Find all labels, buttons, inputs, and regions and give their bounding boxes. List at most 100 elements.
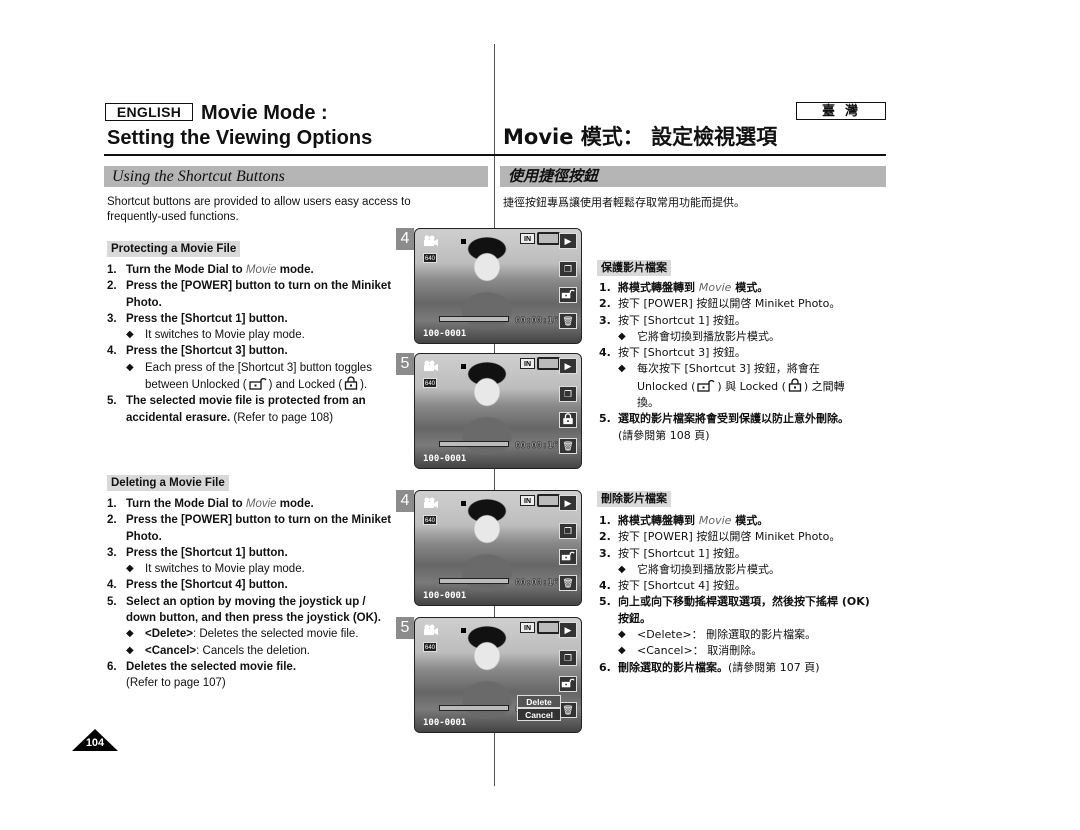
camera-lcd-screen: 640 IN ▶ ❐ 🗑 00:00:16 100-0001 xyxy=(414,353,582,469)
resolution-badge: 640 xyxy=(423,378,437,388)
resolution-badge: 640 xyxy=(423,515,437,525)
page-title-zh: Movie 模式： 設定檢視選項 xyxy=(503,125,778,149)
storage-badge: IN xyxy=(520,358,535,369)
multi-view-icon[interactable]: ❐ xyxy=(559,386,577,402)
step-5: 5. 向上或向下移動搖桿選取選項，然後按下搖桿 (OK) 按鈕。 xyxy=(599,595,870,625)
storage-badge: IN xyxy=(520,233,535,244)
time-counter: 00:00:16 xyxy=(515,441,559,452)
file-number: 100-0001 xyxy=(423,329,467,339)
record-indicator xyxy=(461,364,466,369)
protect-steps-en: 1. Turn the Mode Dial to Movie mode. 2. … xyxy=(107,262,412,426)
camera-lcd-screen: 640 IN ▶ ❐ 🗑 00:00:16 100-0001 xyxy=(414,228,582,344)
delete-menu: Delete Cancel xyxy=(517,695,561,721)
camera-lcd-screen: 640 IN ▶ ❐ 🗑 00:00:16 100-0001 xyxy=(414,490,582,606)
camcorder-icon xyxy=(424,360,438,371)
battery-icon xyxy=(537,494,560,507)
step-3: 3. 按下 [Shortcut 1] 按鈕。 xyxy=(599,546,746,560)
play-icon[interactable]: ▶ xyxy=(559,495,577,511)
unlocked-icon xyxy=(249,378,267,390)
resolution-badge: 640 xyxy=(423,642,437,652)
step-1: 1. 將模式轉盤轉到 Movie 模式。 xyxy=(599,281,769,294)
step-2: 2. 按下 [POWER] 按鈕以開啓 Miniket Photo。 xyxy=(599,530,841,544)
battery-icon xyxy=(537,621,560,634)
unlocked-icon[interactable] xyxy=(559,287,577,303)
locked-icon[interactable] xyxy=(559,412,577,428)
file-number: 100-0001 xyxy=(423,454,467,464)
record-indicator xyxy=(461,628,466,633)
file-number: 100-0001 xyxy=(423,591,467,601)
playback-progress-bar xyxy=(439,578,509,584)
storage-badge: IN xyxy=(520,622,535,633)
step-5-note-delete: ◆ <Delete>： 刪除選取的影片檔案。 xyxy=(618,628,817,642)
screen-step-tag: 4 xyxy=(396,228,414,250)
step-3: 3. Press the [Shortcut 1] button. xyxy=(107,546,288,559)
playback-progress-bar xyxy=(439,316,509,322)
camcorder-icon xyxy=(424,497,438,508)
camera-lcd-screen: 640 IN ▶ ❐ 🗑 00:00:16 100-0001 DeleteCan… xyxy=(414,617,582,733)
battery-icon xyxy=(537,357,560,370)
record-indicator xyxy=(461,501,466,506)
delete-steps-en: 1. Turn the Mode Dial to Movie mode. 2. … xyxy=(107,496,412,692)
section-title-zh: 使用捷徑按鈕 xyxy=(500,166,886,187)
step-6: 6. Deletes the selected movie file. (Refe… xyxy=(107,660,297,690)
menu-option-delete[interactable]: Delete xyxy=(517,695,561,708)
step-3-note: ◆ 它將會切換到播放影片模式。 xyxy=(618,329,780,343)
step-3-note: ◆ 它將會切換到播放影片模式。 xyxy=(618,562,780,576)
trash-icon[interactable]: 🗑 xyxy=(559,575,577,591)
step-1: 1. Turn the Mode Dial to Movie mode. xyxy=(107,498,314,510)
playback-progress-bar xyxy=(439,441,509,447)
multi-view-icon[interactable]: ❐ xyxy=(559,650,577,666)
locked-icon xyxy=(345,376,358,390)
unlocked-icon xyxy=(697,379,715,392)
screen-step-tag: 5 xyxy=(396,617,414,639)
step-2: 2. Press the [POWER] button to turn on t… xyxy=(107,280,392,309)
unlocked-icon[interactable] xyxy=(559,676,577,692)
play-icon[interactable]: ▶ xyxy=(559,622,577,638)
intro-text-zh: 捷徑按鈕專爲讓使用者輕鬆存取常用功能而提供。 xyxy=(503,196,745,209)
play-icon[interactable]: ▶ xyxy=(559,358,577,374)
locked-icon xyxy=(788,378,802,392)
subheading-protect-en: Protecting a Movie File xyxy=(107,241,241,257)
step-4-note: ◆ 每次按下 [Shortcut 3] 按鈕，將會在 Unlocked () 與… xyxy=(618,362,845,410)
screen-step-tag: 5 xyxy=(396,353,414,375)
step-4-note: ◆ Each press of the [Shortcut 3] button … xyxy=(126,361,372,392)
resolution-badge: 640 xyxy=(423,253,437,263)
battery-icon xyxy=(537,232,560,245)
delete-steps-zh: 1. 將模式轉盤轉到 Movie 模式。 2. 按下 [POWER] 按鈕以開啓… xyxy=(599,513,884,676)
subheading-delete-zh: 刪除影片檔案 xyxy=(597,491,671,507)
page-title-line2: Setting the Viewing Options xyxy=(107,127,373,149)
section-title-en: Using the Shortcut Buttons xyxy=(104,166,488,187)
camcorder-icon xyxy=(424,235,438,246)
storage-badge: IN xyxy=(520,495,535,506)
page-title-line1: Movie Mode : xyxy=(201,102,328,124)
language-badge-taiwan: 臺灣 xyxy=(796,102,886,120)
language-badge-english: ENGLISH xyxy=(105,103,193,121)
step-4: 4. Press the [Shortcut 3] button. xyxy=(107,345,288,358)
trash-icon[interactable]: 🗑 xyxy=(559,313,577,329)
trash-icon[interactable]: 🗑 xyxy=(559,702,577,718)
trash-icon[interactable]: 🗑 xyxy=(559,438,577,454)
step-2: 2. 按下 [POWER] 按鈕以開啓 Miniket Photo。 xyxy=(599,297,841,311)
step-3-note: ◆ It switches to Movie play mode. xyxy=(126,329,305,342)
step-3: 3. Press the [Shortcut 1] button. xyxy=(107,312,288,325)
record-indicator xyxy=(461,239,466,244)
playback-progress-bar xyxy=(439,705,509,711)
intro-text-en: Shortcut buttons are provided to allow u… xyxy=(107,196,411,223)
step-5-note-delete: ◆ <Delete>: Deletes the selected movie f… xyxy=(126,628,359,641)
header-rule xyxy=(104,154,886,156)
step-4: 4. Press the [Shortcut 4] button. xyxy=(107,579,288,592)
step-3: 3. 按下 [Shortcut 1] 按鈕。 xyxy=(599,313,746,327)
step-5: 5. 選取的影片檔案將會受到保護以防止意外刪除。 (請參閱第 108 頁) xyxy=(599,412,849,442)
play-icon[interactable]: ▶ xyxy=(559,233,577,249)
menu-option-cancel[interactable]: Cancel xyxy=(517,708,561,721)
step-3-note: ◆ It switches to Movie play mode. xyxy=(126,563,305,576)
unlocked-icon[interactable] xyxy=(559,549,577,565)
protect-steps-zh: 1. 將模式轉盤轉到 Movie 模式。 2. 按下 [POWER] 按鈕以開啓… xyxy=(599,280,884,444)
screen-step-tag: 4 xyxy=(396,490,414,512)
multi-view-icon[interactable]: ❐ xyxy=(559,261,577,277)
page-number: 104 xyxy=(72,729,118,751)
step-5-note-cancel: ◆ <Cancel>： 取消刪除。 xyxy=(618,644,763,658)
multi-view-icon[interactable]: ❐ xyxy=(559,523,577,539)
step-1: 1. Turn the Mode Dial to Movie mode. xyxy=(107,264,314,276)
subheading-delete-en: Deleting a Movie File xyxy=(107,475,229,491)
